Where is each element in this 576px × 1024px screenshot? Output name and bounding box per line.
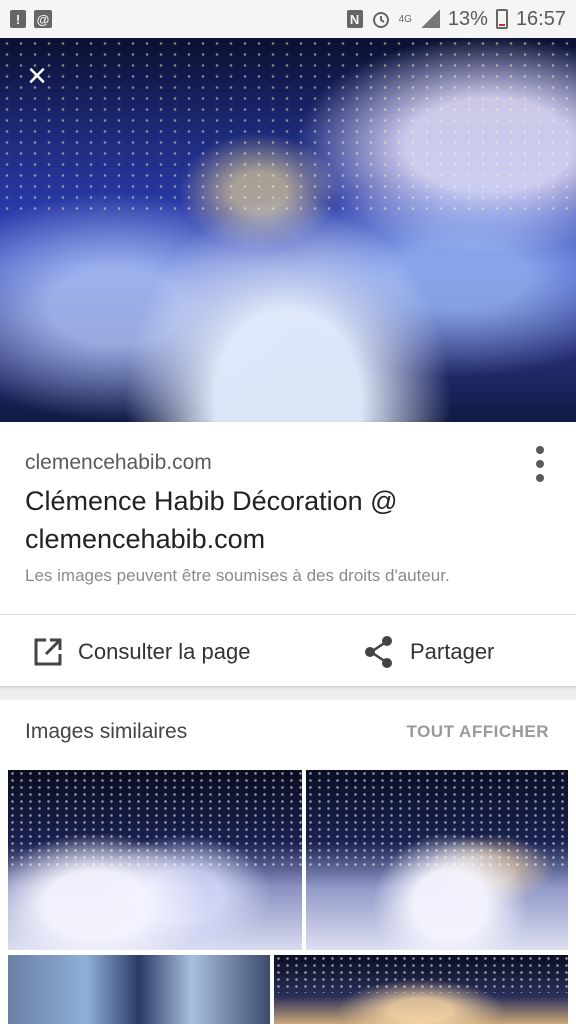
see-all-button[interactable]: TOUT AFFICHER (407, 722, 550, 742)
copyright-notice: Les images peuvent être soumises à des d… (25, 566, 450, 585)
alarm-icon (372, 12, 389, 28)
status-bar-left: ! @ (10, 10, 52, 28)
alert-icon: ! (10, 10, 26, 28)
result-card: clemencehabib.com Clémence Habib Décorat… (0, 422, 576, 686)
close-icon[interactable]: × (22, 59, 52, 93)
status-bar-right: N 4G 13% 16:57 (346, 7, 566, 31)
share-button[interactable]: Partager (362, 632, 494, 672)
similar-image-thumbnail[interactable] (306, 770, 568, 950)
battery-icon (495, 9, 508, 29)
divider (0, 614, 576, 615)
open-external-icon (34, 638, 62, 666)
hero-image[interactable]: × (0, 38, 576, 422)
signal-icon (419, 10, 440, 28)
visit-page-label: Consulter la page (78, 639, 251, 664)
similar-image-thumbnail[interactable] (274, 955, 568, 1024)
source-domain[interactable]: clemencehabib.com (25, 451, 212, 475)
similar-images-section: Images similaires TOUT AFFICHER (0, 700, 576, 1024)
more-options-icon[interactable] (534, 446, 546, 482)
similar-image-thumbnail[interactable] (8, 955, 270, 1024)
status-bar: ! @ N 4G 13% 16:57 (0, 0, 576, 38)
visit-page-button[interactable]: Consulter la page (32, 632, 250, 672)
share-label: Partager (410, 639, 495, 664)
at-icon: @ (34, 10, 52, 28)
similar-images-title: Images similaires (25, 720, 188, 743)
hero-image-stars (0, 38, 576, 211)
clock: 16:57 (515, 7, 566, 30)
result-title[interactable]: Clémence Habib Décoration @ clemencehabi… (25, 482, 525, 558)
network-type: 4G (398, 13, 412, 25)
battery-percentage: 13% (447, 7, 488, 30)
share-icon (365, 636, 392, 668)
nfc-icon: N (346, 10, 363, 28)
similar-image-thumbnail[interactable] (8, 770, 302, 950)
